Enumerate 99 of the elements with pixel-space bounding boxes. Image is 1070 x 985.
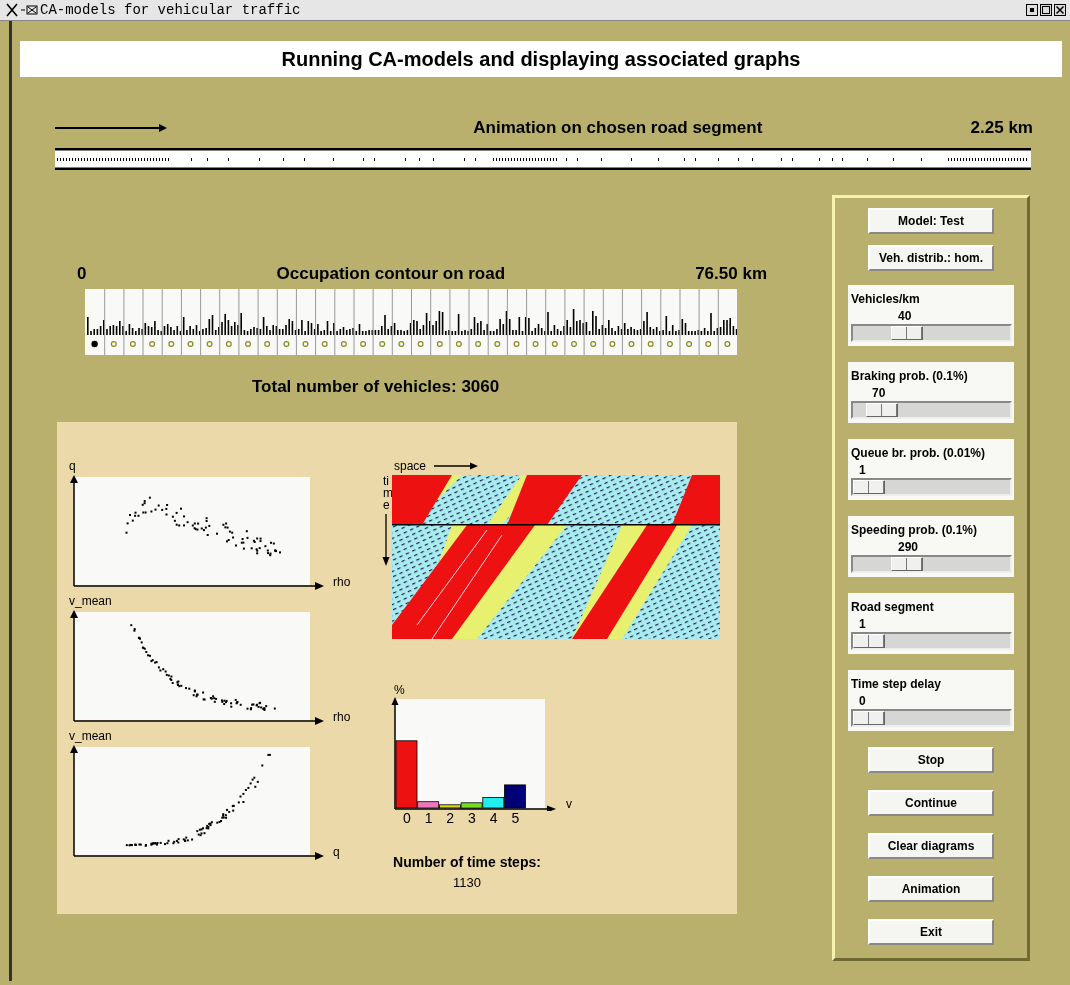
slider-track[interactable] [851,477,1012,496]
model-button[interactable]: Model: Test [868,207,994,234]
segment-marker[interactable] [91,340,98,348]
segment-marker[interactable] [187,341,194,347]
segment-marker[interactable] [647,341,654,347]
segment-marker[interactable] [666,341,673,347]
slider-label: Queue br. prob. (0.01%) [851,444,987,462]
axis-label: q [69,459,77,473]
axis-label: space [394,459,427,473]
segment-marker[interactable] [436,341,443,347]
road-length: 2.25 km [970,117,1033,139]
tick-label: 3 [467,810,477,826]
segment-marker[interactable] [475,341,482,347]
segment-marker[interactable] [110,341,117,347]
slider-thumb[interactable] [853,479,885,494]
time-steps-value: 1130 [452,873,482,892]
occupation-end: 76.50 km [695,262,767,285]
axis-label: v_mean [69,594,113,608]
panel-button[interactable]: Stop [868,746,994,773]
direction-arrow-icon [55,122,167,133]
segment-marker[interactable] [302,341,309,347]
segment-marker[interactable] [532,341,539,347]
panel-button[interactable]: Continue [868,789,994,816]
segment-marker[interactable] [206,341,213,347]
segment-marker[interactable] [360,341,367,347]
x-logo-icon [6,3,18,17]
slider-track[interactable] [851,708,1012,727]
segment-marker[interactable] [513,341,520,347]
tick-label: 4 [488,810,499,826]
down-arrow-icon [382,513,390,566]
axis-label: rho [333,575,351,589]
slider-thumb[interactable] [853,633,885,648]
segment-marker[interactable] [686,341,693,347]
segment-marker[interactable] [724,341,731,347]
segment-marker[interactable] [590,341,597,347]
panel-button[interactable]: Clear diagrams [868,832,994,859]
axis-label: time [383,474,394,511]
vehicle-total: Total number of vehicles: 3060 [252,376,501,398]
window-title: CA-models for vehicular traffic [40,3,301,17]
tick-label: 5 [510,810,521,826]
segment-marker[interactable] [494,341,501,347]
axis-label: rho [333,710,351,724]
slider-thumb[interactable] [890,556,923,571]
segment-marker[interactable] [417,341,424,347]
close-icon[interactable] [1054,4,1066,16]
segment-marker[interactable] [379,341,386,347]
road-title: Animation on chosen road segment [472,117,764,139]
page-title: Running CA-models and displaying associated graphs [20,41,1062,77]
segment-marker[interactable] [628,341,635,347]
axis-label: % [394,683,406,697]
occupation-start: 0 [77,262,87,285]
direction-arrow-icon [434,462,479,470]
slider-track[interactable] [851,400,1012,419]
axis-label: v [566,797,572,811]
slider-label: Vehicles/km [851,290,921,308]
segment-marker[interactable] [129,341,136,347]
segment-marker[interactable] [245,341,251,347]
segment-marker[interactable] [609,341,616,347]
slider-thumb[interactable] [865,402,898,417]
slider-thumb[interactable] [890,325,923,340]
axis-label: q [333,845,340,859]
segment-marker[interactable] [283,341,290,347]
minimize-icon[interactable] [1026,4,1038,16]
slider-label: Road segment [851,598,935,616]
segment-marker[interactable] [225,341,232,347]
tick-label: 2 [445,810,456,826]
slider-track[interactable] [851,554,1012,573]
segment-marker[interactable] [551,341,558,347]
segment-marker[interactable] [705,341,712,347]
slider-label: Braking prob. (0.1%) [851,367,969,385]
axis-label: v_mean [69,729,113,743]
segment-marker[interactable] [455,341,462,347]
panel-button[interactable]: Exit [868,918,994,945]
segment-marker[interactable] [149,341,156,347]
slider-value: 70 [871,384,887,401]
distribution-button[interactable]: Veh. distrib.: hom. [868,244,994,271]
segment-marker[interactable] [264,341,271,347]
segment-marker[interactable] [340,341,347,347]
slider-track[interactable] [851,323,1012,342]
slider-thumb[interactable] [853,710,885,725]
slider-label: Time step delay [851,675,942,693]
segment-marker[interactable] [321,341,328,347]
tick-label: 1 [423,810,434,826]
slider-label: Speeding prob. (0.1%) [851,521,978,539]
segment-marker[interactable] [398,341,405,347]
time-steps-label: Number of time steps: [392,852,542,872]
occupation-title: Occupation contour on road [276,262,506,285]
slider-track[interactable] [851,631,1012,650]
slider-value: 1 [858,615,867,632]
slider-value: 1 [858,461,867,478]
tick-label: 0 [401,810,412,826]
slider-value: 0 [858,692,867,709]
panel-button[interactable]: Animation [868,875,994,902]
maximize-icon[interactable] [1040,4,1052,16]
window-menu-icon [20,3,38,17]
slider-value: 290 [897,538,920,555]
slider-value: 40 [897,307,913,324]
segment-marker[interactable] [571,341,577,347]
segment-marker[interactable] [168,341,175,347]
